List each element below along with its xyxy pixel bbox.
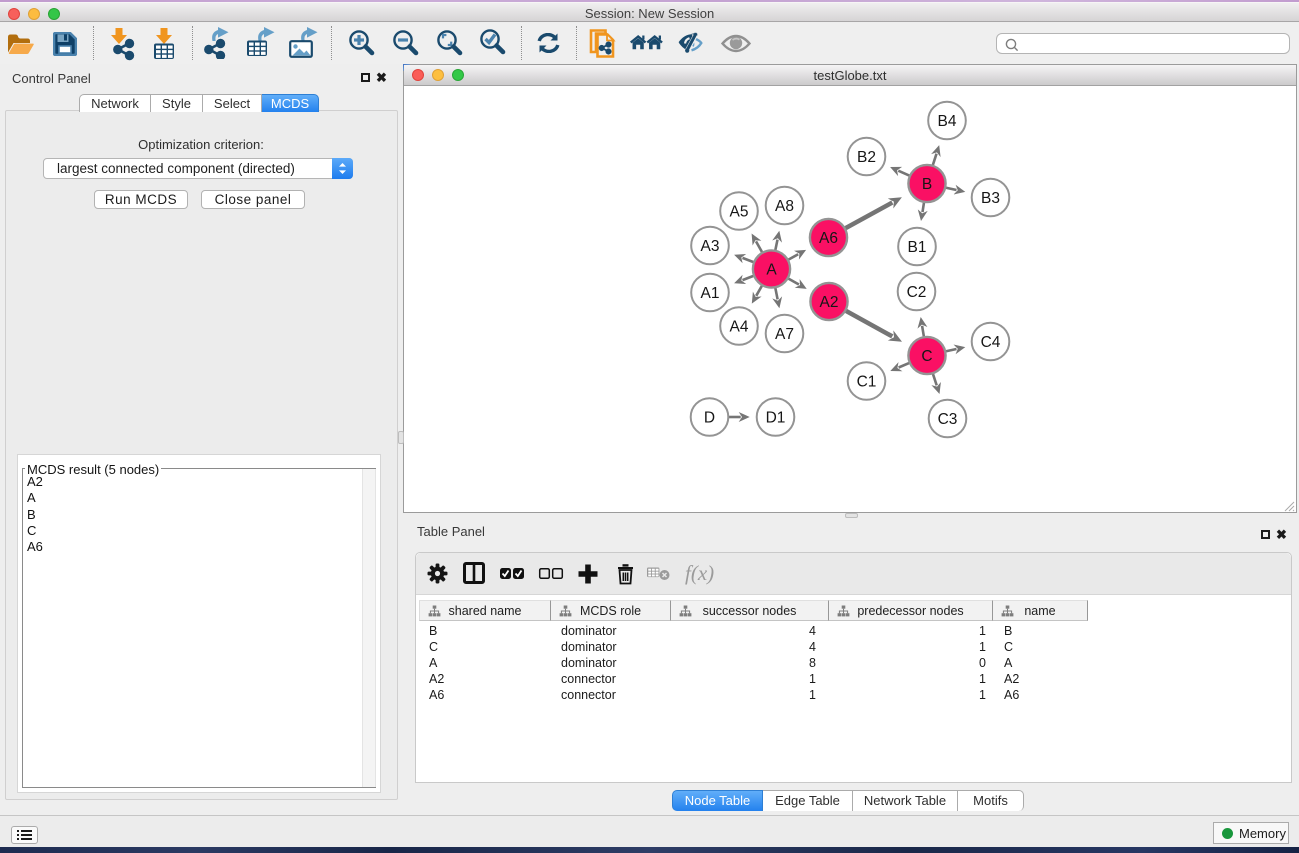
svg-text:A5: A5 [730,204,749,221]
svg-text:A1: A1 [701,285,720,302]
svg-text:B1: B1 [908,239,927,256]
svg-text:A8: A8 [775,198,794,215]
svg-text:B3: B3 [981,190,1000,207]
svg-text:C: C [921,348,932,365]
svg-text:A: A [766,262,777,279]
svg-text:B: B [922,176,932,193]
svg-text:A3: A3 [701,238,720,255]
svg-text:A4: A4 [730,319,749,336]
svg-text:D1: D1 [766,410,786,427]
svg-text:D: D [704,410,715,427]
svg-text:B4: B4 [938,113,957,130]
svg-text:A7: A7 [775,326,794,343]
svg-text:C4: C4 [981,334,1001,351]
svg-text:C3: C3 [938,411,958,428]
svg-text:A6: A6 [819,230,838,247]
svg-text:A2: A2 [820,294,839,311]
svg-text:C2: C2 [907,284,927,301]
svg-text:B2: B2 [857,149,876,166]
svg-text:C1: C1 [857,374,877,391]
